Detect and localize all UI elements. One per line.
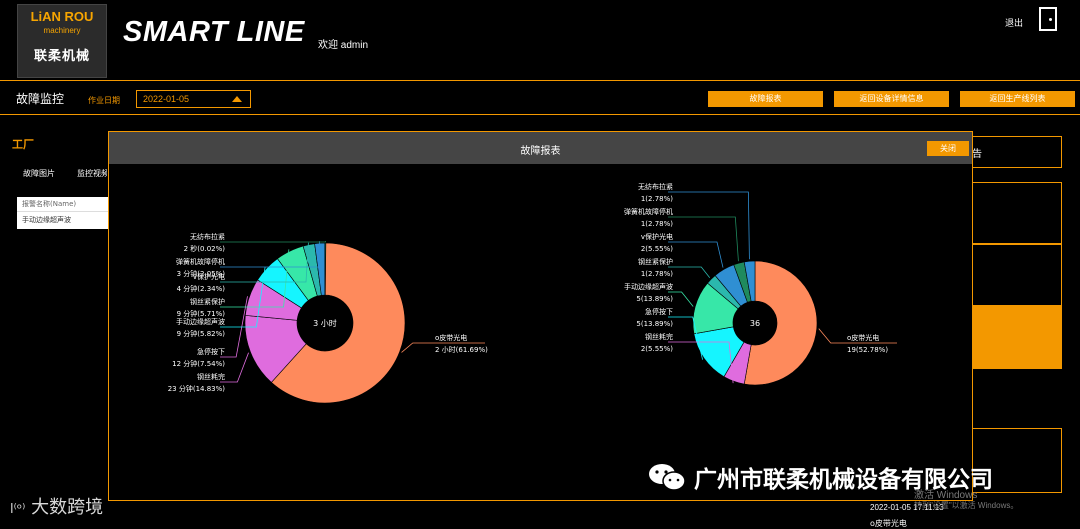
logo-text-sub: machinery: [43, 26, 81, 35]
label-leader-line: [668, 216, 739, 262]
logout-door-icon[interactable]: [1039, 7, 1057, 31]
corner-logo: l⁽ᵒ⁾ 大数跨境: [10, 493, 103, 519]
activate-windows-hint: 转到"设置"以激活 Windows。: [914, 501, 1019, 510]
label-leader-line: [668, 241, 724, 268]
page-tab-fault-monitor[interactable]: 故障监控: [16, 90, 64, 107]
slice-value-label: 1(2.78%): [641, 270, 673, 278]
back-device-info-button[interactable]: 返回设备详情信息: [834, 91, 949, 107]
slice-name-label: o皮带光电: [435, 333, 467, 342]
slice-value-label: 23 分钟(14.83%): [168, 384, 226, 393]
work-date-label: 作业日期: [88, 96, 120, 105]
tab-monitor-video[interactable]: 监控视频: [77, 168, 107, 179]
slice-name-label: 手动边缘超声波: [176, 317, 225, 326]
fault-report-button[interactable]: 故障报表: [708, 91, 823, 107]
toolbar-divider: [0, 114, 1080, 115]
table-header: 报警名称(Name): [17, 197, 108, 212]
slice-name-label: 钢丝紧保护: [638, 257, 673, 266]
donut-chart-1: o皮带光电 2 小时(61.69%) 钢丝耗完 23 分钟(14.83%) 急停按下 12…: [168, 232, 488, 404]
slice-value-label: 1(2.78%): [641, 195, 673, 203]
donut-center-label: 36: [750, 319, 760, 328]
slice-name-label: 手动边缘超声波: [624, 282, 673, 291]
slice-value-label: 3 分钟(2.05%): [177, 269, 226, 278]
slice-name-label: 弹簧机故障停机: [624, 207, 673, 216]
fault-charts: o皮带光电 2 小时(61.69%) 钢丝耗完 23 分钟(14.83%) 急停按下 12…: [168, 182, 897, 404]
slice-value-label: 19(52.78%): [847, 346, 888, 354]
logo-text-cn: 联柔机械: [33, 49, 90, 64]
wechat-icon: [649, 464, 686, 491]
slice-name-label: 急停按下: [197, 347, 225, 356]
activate-windows-title: 激活 Windows: [914, 490, 978, 501]
fault-item: o皮带光电: [870, 519, 907, 528]
slice-name-label: o皮带光电: [847, 333, 879, 342]
slice-value-label: 9 分钟(5.71%): [177, 309, 226, 318]
work-date-value: 2022-01-05: [143, 94, 190, 104]
logo-text-top: LiAN ROU: [30, 9, 94, 24]
right-panel-heading: 告: [972, 149, 982, 160]
label-leader-line: [220, 240, 326, 243]
donut-chart-2: o皮带光电 19(52.78%) 钢丝耗完 2(5.55%) 急停按下 5(13.89%)…: [624, 182, 897, 386]
corner-logo-mark-icon: l⁽ᵒ⁾: [10, 502, 26, 517]
slice-name-label: 无纺布拉紧: [638, 182, 673, 191]
right-panel-highlight: [972, 306, 1062, 369]
slice-value-label: 1(2.78%): [641, 220, 673, 228]
slice-name-label: v保护光电: [641, 232, 673, 241]
slice-value-label: 9 分钟(5.82%): [177, 329, 226, 338]
slice-value-label: 5(13.89%): [636, 320, 673, 328]
right-panel-header: [972, 136, 1062, 168]
slice-value-label: 2 秒(0.02%): [184, 244, 226, 253]
slice-name-label: 钢丝耗完: [645, 332, 673, 341]
slice-name-label: 钢丝紧保护: [190, 297, 225, 306]
slice-name-label: 钢丝耗完: [197, 372, 225, 381]
slice-name-label: 急停按下: [645, 307, 673, 316]
slice-value-label: 2(5.55%): [641, 345, 673, 353]
slice-name-label: 无纺布拉紧: [190, 232, 225, 241]
back-line-list-button[interactable]: 返回生产线列表: [960, 91, 1075, 107]
alarm-name-table: 报警名称(Name) 手动边缘超声波: [17, 197, 108, 229]
logout-link[interactable]: 退出: [1005, 16, 1023, 29]
slice-value-label: 4 分钟(2.34%): [177, 284, 226, 293]
fault-report-modal: 故障报表 关闭 o皮带光电 2 小时(61.69%) 钢丝耗完 23 分钟(14.83…: [108, 131, 973, 501]
slice-value-label: 2(5.55%): [641, 245, 673, 253]
slice-value-label: 12 分钟(7.54%): [172, 359, 225, 368]
caret-up-icon[interactable]: [232, 96, 242, 102]
right-panel-box: [972, 244, 1062, 306]
header-divider: [0, 80, 1080, 81]
donut-center-label: 3 小时: [313, 318, 337, 328]
welcome-text: 欢迎 admin: [318, 40, 369, 51]
corner-logo-text: 大数跨境: [31, 497, 104, 518]
brand-title: SMART LINE: [123, 16, 305, 48]
slice-value-label: 2 小时(61.69%): [435, 345, 488, 354]
tab-fault-images[interactable]: 故障图片: [23, 168, 55, 179]
right-panel-box: [972, 182, 1062, 244]
work-date-select[interactable]: 2022-01-05: [136, 90, 251, 108]
company-logo: LiAN ROU machinery 联柔机械: [17, 4, 107, 78]
label-leader-line: [668, 266, 711, 278]
factory-heading: 工厂: [12, 138, 34, 151]
table-row[interactable]: 手动边缘超声波: [17, 213, 108, 228]
slice-value-label: 5(13.89%): [636, 295, 673, 303]
slice-name-label: 弹簧机故障停机: [176, 257, 225, 266]
